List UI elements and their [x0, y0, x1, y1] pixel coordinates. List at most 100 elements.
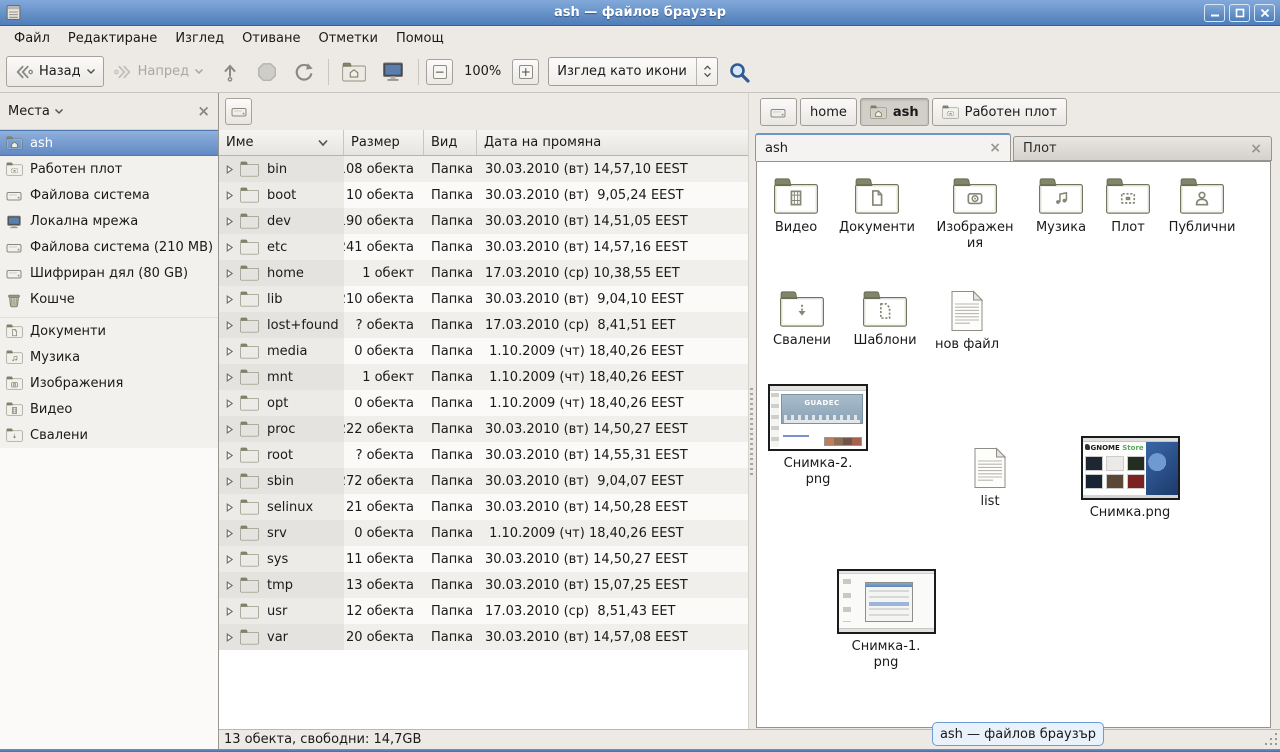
resize-grip[interactable] [1263, 733, 1278, 747]
expander-icon[interactable] [225, 295, 234, 304]
tab-close-icon[interactable]: × [1250, 141, 1262, 157]
expander-icon[interactable] [225, 321, 234, 330]
icon-view-item[interactable]: GUADEC Снимка-2. png [763, 384, 873, 488]
table-row[interactable]: proc 222 обекта Папка 30.03.2010 (вт) 14… [219, 416, 748, 442]
breadcrumb-button[interactable]: ash [860, 98, 929, 126]
expander-icon[interactable] [225, 477, 234, 486]
search-button[interactable] [721, 56, 757, 87]
sidebar-item[interactable]: Документи [0, 318, 218, 344]
breadcrumb-button[interactable] [760, 98, 797, 126]
sidebar-item[interactable]: Работен плот [0, 156, 218, 182]
column-header[interactable]: Вид [424, 130, 477, 155]
sidebar-item[interactable]: Шифриран дял (80 GB) [0, 260, 218, 286]
breadcrumb-button[interactable]: home [800, 98, 857, 126]
sidebar-item[interactable]: Файлова система (210 MB) [0, 234, 218, 260]
menu-item[interactable]: Изглед [166, 28, 233, 49]
close-button[interactable] [1254, 4, 1275, 22]
table-row[interactable]: lib 210 обекта Папка 30.03.2010 (вт) 9,0… [219, 286, 748, 312]
table-row[interactable]: lost+found ? обекта Папка 17.03.2010 (ср… [219, 312, 748, 338]
up-button[interactable] [213, 56, 247, 87]
table-row[interactable]: selinux 21 обекта Папка 30.03.2010 (вт) … [219, 494, 748, 520]
zoom-out-button[interactable]: − [426, 59, 453, 85]
sidebar-title[interactable]: Места [8, 104, 50, 119]
table-row[interactable]: etc 241 обекта Папка 30.03.2010 (вт) 14,… [219, 234, 748, 260]
expander-icon[interactable] [225, 191, 234, 200]
sidebar-item[interactable]: Изображения [0, 370, 218, 396]
tab-close-icon[interactable]: × [989, 140, 1001, 156]
menu-item[interactable]: Файл [5, 28, 59, 49]
sidebar-item[interactable]: Музика [0, 344, 218, 370]
sidebar-item[interactable]: Кошче [0, 286, 218, 312]
icon-view-item[interactable]: Публични [1156, 177, 1248, 236]
expander-icon[interactable] [225, 165, 234, 174]
table-row[interactable]: dev 190 обекта Папка 30.03.2010 (вт) 14,… [219, 208, 748, 234]
icon-view-item[interactable]: Документи [831, 177, 923, 236]
expander-icon[interactable] [225, 529, 234, 538]
zoom-in-button[interactable]: + [512, 59, 539, 85]
table-row[interactable]: srv 0 обекта Папка 1.10.2009 (чт) 18,40,… [219, 520, 748, 546]
sidebar-item[interactable]: Свалени [0, 422, 218, 448]
icon-view-item[interactable]: GNOME Store Снимка.png [1075, 436, 1185, 521]
row-date: 30.03.2010 (вт) 14,57,08 EEST [477, 624, 748, 650]
stop-button[interactable] [250, 56, 284, 87]
expander-icon[interactable] [225, 607, 234, 616]
expander-icon[interactable] [225, 581, 234, 590]
icon-view-item[interactable]: Свалени [756, 290, 848, 349]
table-row[interactable]: var 20 обекта Папка 30.03.2010 (вт) 14,5… [219, 624, 748, 650]
icon-view-item[interactable]: list [950, 447, 1030, 510]
icon-view-item[interactable]: Шаблони [839, 290, 931, 349]
icon-view-item[interactable]: Снимка-1. png [831, 569, 941, 671]
expander-icon[interactable] [225, 243, 234, 252]
table-row[interactable]: sbin 272 обекта Папка 30.03.2010 (вт) 9,… [219, 468, 748, 494]
view-mode-select[interactable]: Изглед като икони [548, 57, 718, 86]
menu-item[interactable]: Редактиране [59, 28, 166, 49]
row-type: Папка [424, 520, 477, 546]
expander-icon[interactable] [225, 633, 234, 642]
expander-icon[interactable] [225, 451, 234, 460]
icon-view-item[interactable]: Видео [756, 177, 842, 236]
back-button[interactable]: Назад [6, 56, 104, 87]
table-row[interactable]: usr 12 обекта Папка 17.03.2010 (ср) 8,51… [219, 598, 748, 624]
expander-icon[interactable] [225, 503, 234, 512]
breadcrumb-button[interactable]: Работен плот [932, 98, 1067, 126]
pathbar-root-button[interactable] [225, 98, 252, 125]
table-row[interactable]: home 1 обект Папка 17.03.2010 (ср) 10,38… [219, 260, 748, 286]
reload-button[interactable] [287, 56, 321, 87]
tab[interactable]: ash × [755, 133, 1011, 161]
column-header[interactable]: Име [219, 130, 344, 155]
expander-icon[interactable] [225, 373, 234, 382]
table-row[interactable]: mnt 1 обект Папка 1.10.2009 (чт) 18,40,2… [219, 364, 748, 390]
expander-icon[interactable] [225, 269, 234, 278]
icon-view-item[interactable]: Изображен ия [929, 177, 1021, 252]
icon-view-item[interactable]: нов файл [927, 290, 1007, 353]
table-row[interactable]: sys 11 обекта Папка 30.03.2010 (вт) 14,5… [219, 546, 748, 572]
table-row[interactable]: media 0 обекта Папка 1.10.2009 (чт) 18,4… [219, 338, 748, 364]
table-row[interactable]: root ? обекта Папка 30.03.2010 (вт) 14,5… [219, 442, 748, 468]
expander-icon[interactable] [225, 425, 234, 434]
menu-item[interactable]: Отиване [233, 28, 309, 49]
expander-icon[interactable] [225, 555, 234, 564]
expander-icon[interactable] [225, 347, 234, 356]
menu-item[interactable]: Помощ [387, 28, 453, 49]
sidebar-item[interactable]: Локална мрежа [0, 208, 218, 234]
table-row[interactable]: tmp 13 обекта Папка 30.03.2010 (вт) 15,0… [219, 572, 748, 598]
titlebar[interactable]: ash — файлов браузър [0, 0, 1280, 26]
sidebar-item[interactable]: ash [0, 130, 218, 156]
forward-button[interactable]: Напред [107, 56, 210, 87]
column-header[interactable]: Дата на промяна [477, 130, 748, 155]
sidebar-item[interactable]: Файлова система [0, 182, 218, 208]
column-header[interactable]: Размер [344, 130, 424, 155]
menu-item[interactable]: Отметки [309, 28, 386, 49]
expander-icon[interactable] [225, 217, 234, 226]
minimize-button[interactable] [1204, 4, 1225, 22]
table-row[interactable]: boot 10 обекта Папка 30.03.2010 (вт) 9,0… [219, 182, 748, 208]
sidebar-item[interactable]: Видео [0, 396, 218, 422]
table-row[interactable]: opt 0 обекта Папка 1.10.2009 (чт) 18,40,… [219, 390, 748, 416]
expander-icon[interactable] [225, 399, 234, 408]
sidebar-close-icon[interactable]: × [197, 102, 210, 120]
tab[interactable]: Плот × [1013, 136, 1272, 161]
table-row[interactable]: bin 108 обекта Папка 30.03.2010 (вт) 14,… [219, 156, 748, 182]
home-button[interactable] [336, 56, 372, 87]
computer-button[interactable] [375, 56, 411, 87]
maximize-button[interactable] [1229, 4, 1250, 22]
